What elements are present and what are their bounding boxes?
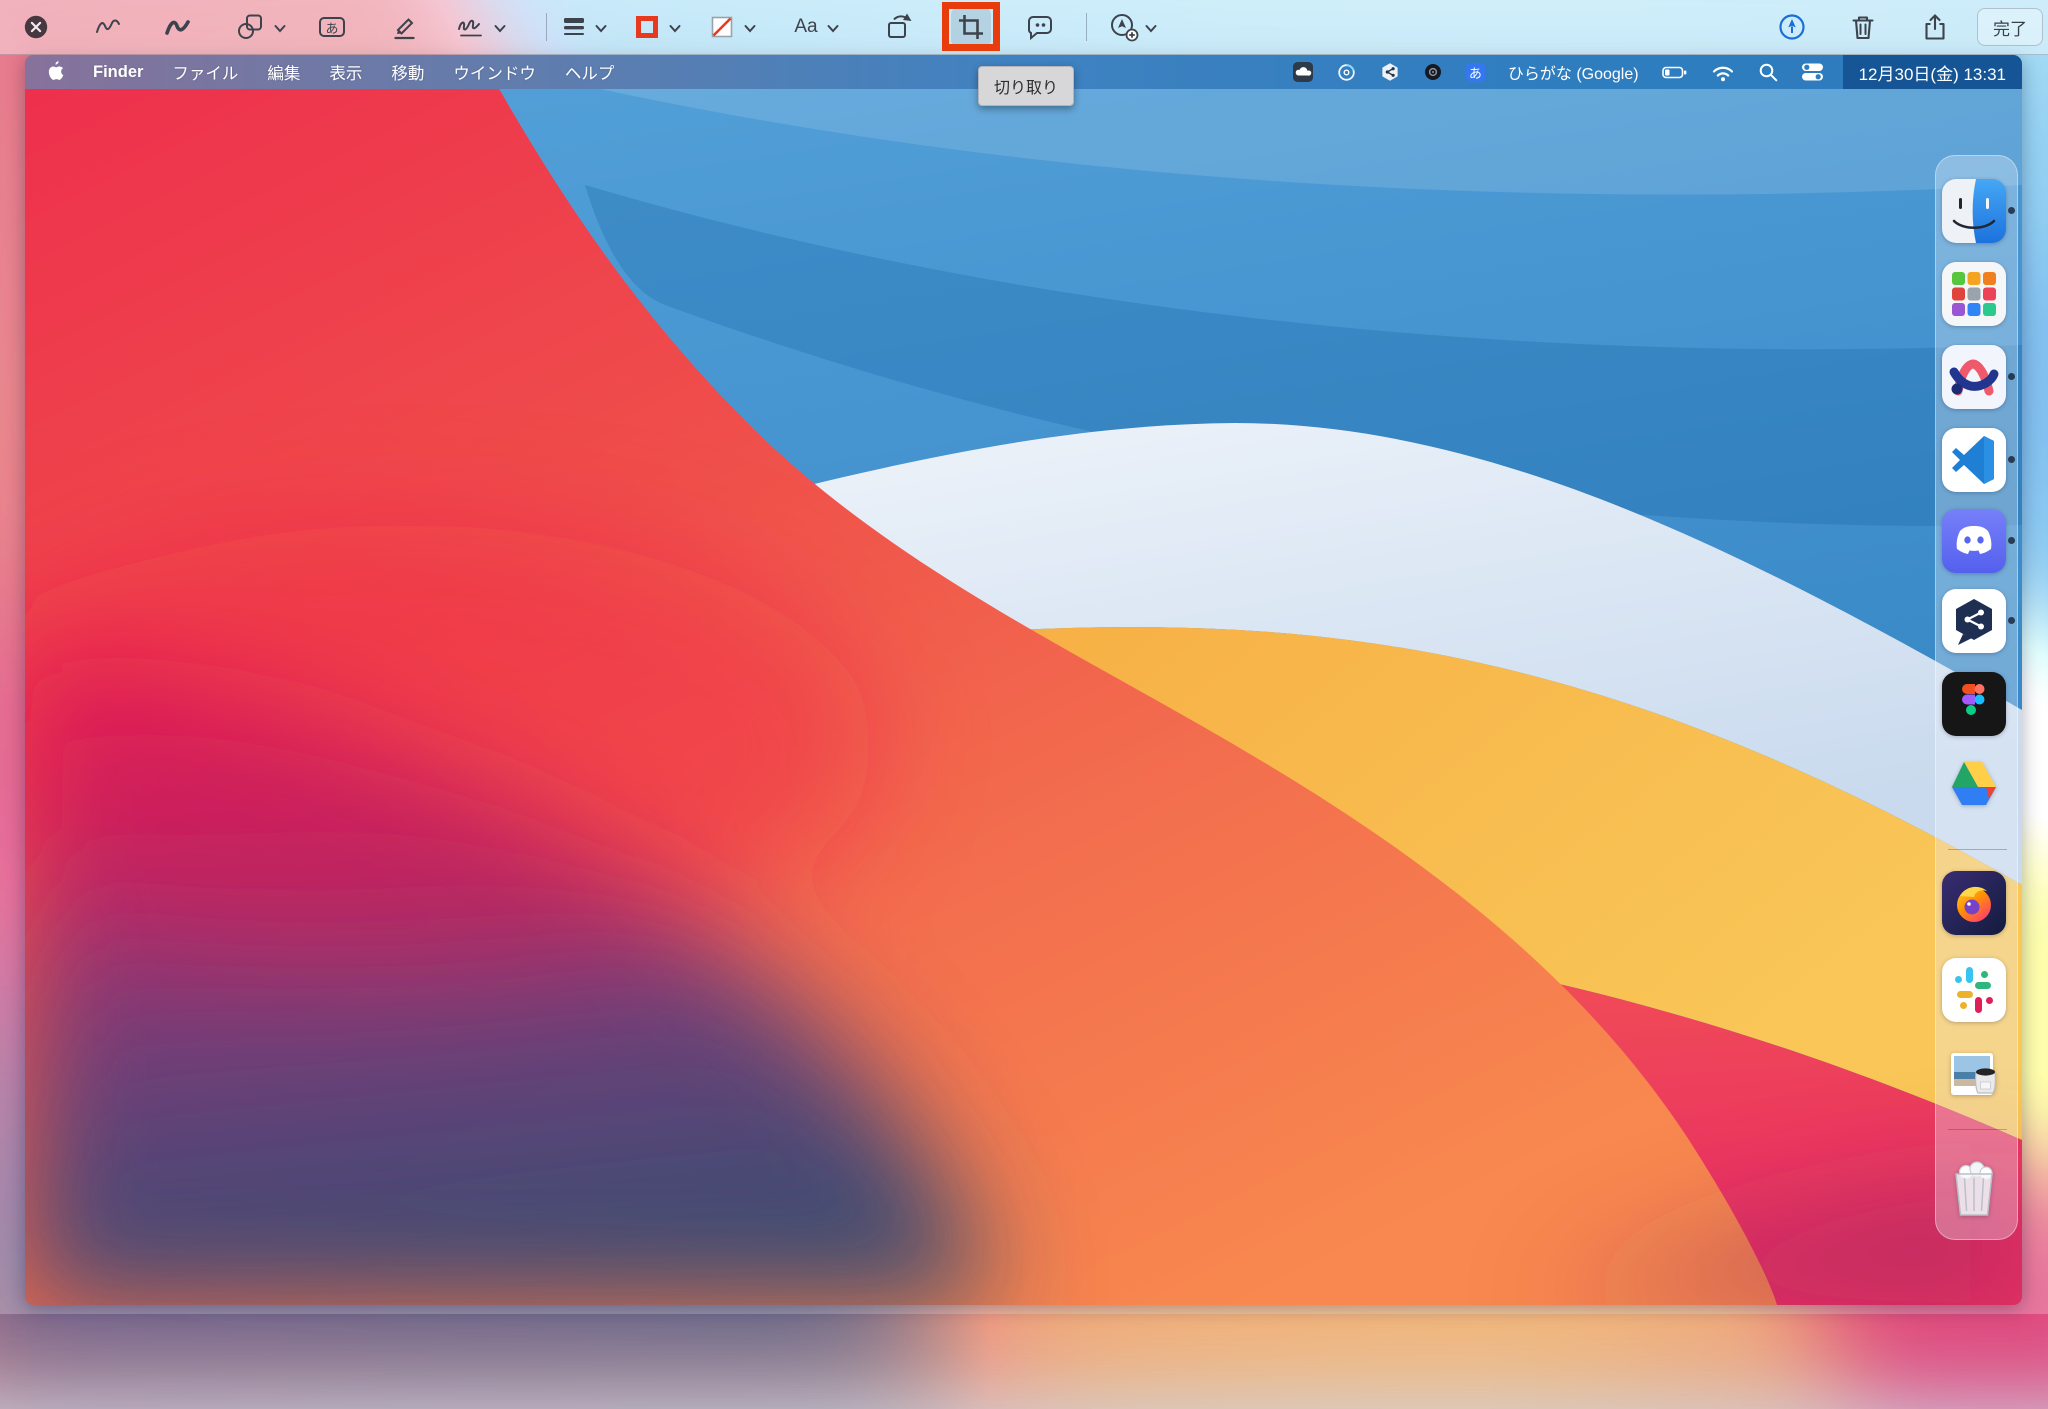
menu-window[interactable]: ウインドウ (453, 60, 536, 84)
chevron-down-icon[interactable] (274, 24, 286, 33)
menu-go[interactable]: 移動 (391, 60, 424, 84)
rotate-tool-button[interactable] (879, 7, 919, 47)
menu-bar-status: あ ひらがな (Google) 12月30日(金) 13:31 (1293, 55, 2022, 89)
menu-app-name[interactable]: Finder (93, 63, 143, 82)
dock-item-slack[interactable] (1942, 958, 2006, 1022)
wallpaper-image (25, 55, 2022, 1305)
draw-tool-button[interactable] (158, 7, 198, 47)
screenshot-canvas[interactable]: Finder ファイル 編集 表示 移動 ウインドウ ヘルプ あ ひらがな (G… (25, 55, 2022, 1305)
markup-pen-button[interactable] (1772, 7, 1812, 47)
chevron-down-icon[interactable] (494, 24, 506, 33)
running-indicator (2008, 373, 2015, 380)
crop-highlight-annotation (942, 2, 1000, 51)
annotation-extras-tool-button[interactable] (1104, 7, 1144, 47)
dock-item-discord[interactable] (1942, 509, 2006, 573)
input-method-label[interactable]: ひらがな (Google) (1508, 60, 1639, 84)
border-color-tool-button[interactable] (627, 7, 667, 47)
text-style-label: Aa (794, 16, 817, 38)
wifi-icon[interactable] (1711, 63, 1735, 82)
text-tool-glyph: あ (325, 18, 338, 37)
dock-item-trash-full[interactable] (1942, 1159, 2006, 1223)
done-button[interactable]: 完了 (1977, 8, 2043, 46)
fill-color-tool-button[interactable] (702, 7, 742, 47)
menu-file[interactable]: ファイル (172, 60, 238, 84)
dock-item-hexagon-chat-app[interactable] (1942, 589, 2006, 653)
dark-disc-icon[interactable] (1423, 62, 1443, 82)
close-button[interactable] (16, 7, 56, 47)
toolbar-divider (1086, 13, 1087, 41)
ring-app-icon[interactable] (1336, 62, 1357, 83)
chevron-down-icon[interactable] (827, 24, 839, 33)
chevron-down-icon[interactable] (595, 24, 607, 33)
crop-tooltip: 切り取り (978, 66, 1074, 106)
running-indicator (2008, 456, 2015, 463)
dock-item-vscode[interactable] (1942, 428, 2006, 492)
share-button[interactable] (1915, 7, 1955, 47)
trash-button[interactable] (1843, 7, 1883, 47)
signature-tool-button[interactable] (451, 7, 491, 47)
text-box-tool-button[interactable]: あ (312, 7, 352, 47)
running-indicator (2008, 537, 2015, 544)
menu-bar-clock[interactable]: 12月30日(金) 13:31 (1843, 55, 2022, 89)
input-method-badge[interactable]: あ (1466, 63, 1485, 82)
search-icon[interactable] (1758, 62, 1778, 82)
dock-item-figma[interactable] (1942, 672, 2006, 736)
control-center-icon[interactable] (1801, 62, 1824, 82)
chevron-down-icon[interactable] (1145, 24, 1157, 33)
dock-divider (1948, 1129, 2007, 1130)
speech-bubble-tool-button[interactable] (1020, 7, 1060, 47)
sketch-tool-button[interactable] (88, 7, 128, 47)
dock (1935, 155, 2018, 1240)
menu-edit[interactable]: 編集 (267, 60, 300, 84)
highlighter-tool-button[interactable] (384, 7, 424, 47)
running-indicator (2008, 617, 2015, 624)
shapes-tool-button[interactable] (230, 7, 270, 47)
toolbar-divider (546, 13, 547, 41)
line-weight-tool-button[interactable] (554, 7, 594, 47)
text-style-tool-button[interactable]: Aa (786, 7, 826, 47)
apple-logo-icon[interactable] (47, 60, 64, 85)
cloud-app-icon[interactable] (1293, 62, 1313, 82)
menu-view[interactable]: 表示 (329, 60, 362, 84)
dock-divider (1948, 849, 2007, 850)
dock-item-finder[interactable] (1942, 179, 2006, 243)
dock-item-letter-a-app[interactable] (1942, 345, 2006, 409)
dock-item-google-drive[interactable] (1942, 751, 2006, 815)
dock-item-downloads-stack[interactable] (1942, 1042, 2006, 1106)
running-indicator (2008, 207, 2015, 214)
dock-item-launchpad[interactable] (1942, 262, 2006, 326)
dock-item-firefox[interactable] (1942, 871, 2006, 935)
hexagon-share-icon[interactable] (1380, 62, 1400, 82)
chevron-down-icon[interactable] (669, 24, 681, 33)
menu-help[interactable]: ヘルプ (565, 60, 615, 84)
chevron-down-icon[interactable] (744, 24, 756, 33)
battery-icon[interactable] (1662, 63, 1688, 82)
